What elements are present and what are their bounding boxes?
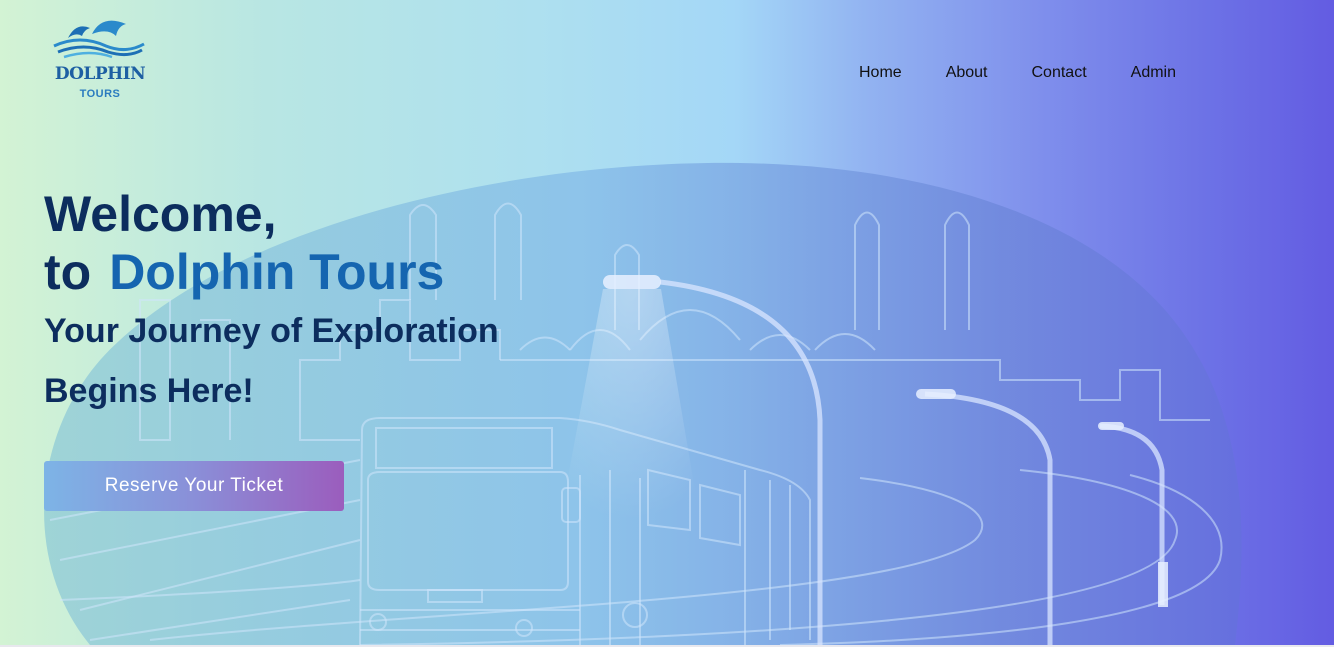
hero-tagline-line2: Begins Here! — [44, 372, 254, 410]
brand-logo[interactable]: DOLPHIN TOURS — [50, 16, 150, 106]
reserve-ticket-button[interactable]: Reserve Your Ticket — [44, 461, 344, 511]
nav-contact[interactable]: Contact — [1032, 64, 1087, 82]
brand-subtitle: TOURS — [79, 88, 121, 100]
hero-to-word: to — [44, 244, 92, 300]
hero-brand-name: Dolphin Tours — [109, 244, 445, 300]
hero-welcome-heading: Welcome, — [44, 186, 277, 242]
dolphin-logo-icon — [53, 20, 145, 59]
nav-home[interactable]: Home — [859, 64, 902, 82]
hero-text: Welcome, to Dolphin Tours Your Journey of… — [44, 185, 499, 421]
nav-admin[interactable]: Admin — [1131, 64, 1176, 82]
hero-brand-heading: to Dolphin Tours — [44, 243, 499, 301]
hero-tagline-line1: Your Journey of Exploration — [44, 312, 499, 350]
top-nav: Home About Contact Admin — [859, 64, 1220, 82]
brand-name: DOLPHIN — [54, 64, 146, 84]
nav-about[interactable]: About — [946, 64, 988, 82]
